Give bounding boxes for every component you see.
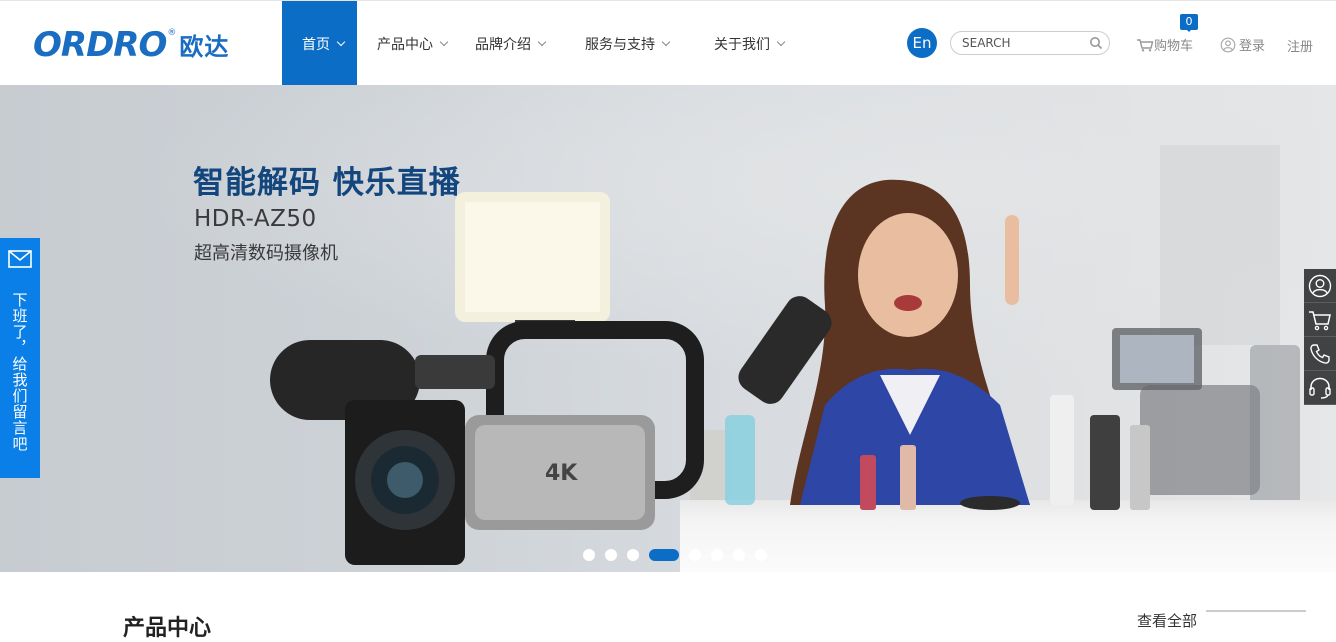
nav-brand[interactable]: 品牌介绍	[471, 1, 585, 86]
nav-service-label: 服务与支持	[585, 36, 655, 53]
chevron-down-icon	[336, 37, 346, 47]
chevron-down-icon	[776, 37, 786, 47]
cart-link[interactable]: 购物车 0	[1136, 14, 1198, 54]
chevron-down-icon	[537, 37, 547, 47]
phone-icon	[1310, 343, 1330, 364]
section-title: 产品中心	[123, 616, 212, 641]
slide-dot-6[interactable]	[711, 549, 723, 561]
slide-dot-4-active[interactable]	[649, 549, 679, 561]
nav-about[interactable]: 关于我们	[714, 1, 786, 86]
cart-count-badge: 0	[1180, 14, 1198, 32]
slide-dot-2[interactable]	[605, 549, 617, 561]
nav-products-label: 产品中心	[377, 36, 433, 53]
cart-icon	[1137, 38, 1154, 51]
banner-subtitle: 超高清数码摄像机	[194, 243, 338, 264]
chevron-down-icon	[661, 37, 671, 47]
nav-products[interactable]: 产品中心	[357, 1, 471, 86]
register-link[interactable]: 注册	[1287, 36, 1313, 55]
nav-home[interactable]: 首页	[282, 1, 357, 86]
registered-mark: ®	[167, 27, 177, 38]
quick-phone-button[interactable]	[1304, 337, 1336, 371]
leave-message-tab[interactable]: 下班了，给我们留言吧	[0, 238, 40, 478]
decorative-divider	[1206, 610, 1306, 621]
slide-dot-1[interactable]	[583, 549, 595, 561]
language-toggle-button[interactable]: En	[907, 28, 937, 58]
cart-icon	[1309, 310, 1331, 330]
chevron-down-icon	[439, 37, 449, 47]
search-icon[interactable]	[1089, 36, 1103, 50]
main-nav: 首页 产品中心 品牌介绍 服务与支持 关于我们	[282, 1, 786, 86]
cart-label: 购物车	[1154, 39, 1194, 54]
quick-service-button[interactable]	[1304, 371, 1336, 405]
right-quick-bar	[1304, 269, 1336, 405]
ordro-logo[interactable]: ORDRO ® 欧达	[33, 27, 229, 62]
login-link[interactable]: 登录	[1220, 35, 1265, 54]
cosmetics-illustration	[725, 395, 1150, 510]
search-input[interactable]	[962, 36, 1082, 50]
leave-message-label: 下班了，给我们留言吧	[10, 292, 29, 452]
slider-pagination	[583, 549, 777, 561]
banner-headline: 智能解码 快乐直播	[193, 165, 461, 201]
banner-model-name: HDR-AZ50	[194, 206, 317, 232]
user-icon	[1220, 37, 1236, 52]
site-header: ORDRO ® 欧达 首页 产品中心 品牌介绍 服务与支持 关于我们 En SE…	[0, 0, 1336, 86]
login-label: 登录	[1239, 39, 1266, 54]
slide-dot-7[interactable]	[733, 549, 745, 561]
nav-about-label: 关于我们	[714, 36, 770, 53]
mail-icon	[8, 250, 32, 268]
slide-dot-3[interactable]	[627, 549, 639, 561]
logo-wordmark: ORDRO	[33, 24, 167, 65]
quick-account-button[interactable]	[1304, 269, 1336, 303]
search-box	[950, 31, 1110, 55]
nav-service[interactable]: 服务与支持	[585, 1, 714, 86]
headset-icon	[1309, 377, 1331, 399]
quick-cart-button[interactable]	[1304, 303, 1336, 337]
hero-banner[interactable]: 4K 智能解码 快乐直播 HDR-AZ50 超高清数码摄像机	[0, 85, 1336, 572]
slide-dot-8[interactable]	[755, 549, 767, 561]
svg-text:4K: 4K	[545, 461, 578, 486]
slide-dot-5[interactable]	[689, 549, 701, 561]
user-icon	[1308, 274, 1332, 297]
logo-chinese-name: 欧达	[179, 33, 230, 61]
nav-brand-label: 品牌介绍	[475, 36, 531, 53]
nav-home-label: 首页	[302, 36, 330, 53]
